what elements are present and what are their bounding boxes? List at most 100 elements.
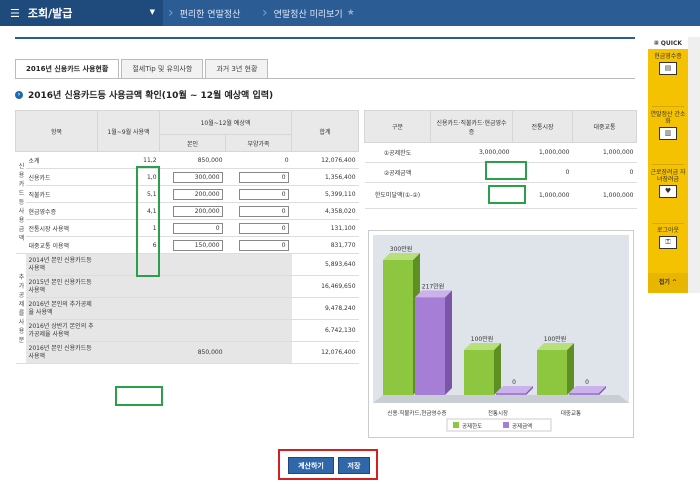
header-dependents: 부양가족	[225, 134, 293, 152]
row-label: 2016년 본인의 추가공제율 사용액	[25, 297, 98, 320]
header-total: 합계	[291, 110, 360, 152]
total-value: 5,399,110	[291, 185, 359, 203]
tab-card-usage[interactable]: 2016년 신용카드 사용현황	[15, 59, 120, 78]
quick-simplified[interactable]: 연말정산 간소화 ▥	[648, 111, 688, 140]
transit-value: 1,000,000	[572, 142, 637, 163]
tab-tips[interactable]: 절세Tip 및 유의사항	[121, 59, 204, 78]
legend-swatch	[503, 422, 509, 428]
bar	[496, 393, 526, 395]
bar-side	[494, 343, 501, 395]
quick-edge	[688, 37, 700, 293]
legend-label: 공제한도	[462, 422, 482, 430]
total-value: 6,742,130	[291, 319, 359, 342]
side-label: 신용카드등사용금액	[15, 151, 26, 254]
total-value: 9,478,240	[291, 297, 359, 320]
star-icon[interactable]: ★	[347, 8, 355, 18]
highlight-box	[115, 386, 163, 406]
header-credit: 신용카드·직불카드·현금영수증	[430, 110, 513, 143]
self-value: 850,000	[159, 341, 226, 364]
top-nav-bar: ☰ 조회/발급 ▼ › 편리한 연말정산 › 연말정산 미리보기 ★	[0, 0, 700, 26]
bar	[569, 393, 599, 395]
row-label: 2015년 본인 신용카드등 사용액	[25, 275, 98, 298]
quick-title: ▦ QUICK	[648, 37, 688, 49]
table-row: 2016년 상반기 본인의 추가공제율 사용액 6,742,130	[16, 319, 359, 342]
calculate-button[interactable]: 계산하기	[288, 457, 334, 474]
breadcrumb-label: 연말정산 미리보기	[273, 9, 343, 20]
divider	[15, 78, 635, 79]
row-label: 2016년 본인 신용카드등 사용액	[25, 341, 98, 364]
heart-icon: ♥	[659, 185, 677, 198]
quick-logout[interactable]: 로그아웃 ⚿	[648, 227, 688, 249]
table-row: 2015년 본인 신용카드등 사용액 16,469,650	[16, 275, 359, 298]
table-row: 직불카드 5,1 200,000 0 5,399,110	[16, 185, 359, 203]
highlight-box	[488, 185, 526, 204]
section-title: › 2016년 신용카드등 사용금액 확인(10월 ~ 12월 예상액 입력)	[15, 88, 273, 101]
tab-past-3-years[interactable]: 과거 3년 현황	[205, 59, 269, 78]
dep-amount-input[interactable]: 0	[238, 222, 289, 234]
divider	[652, 164, 684, 165]
collapse-button[interactable]: 접기 ^	[648, 273, 688, 293]
section-title-text: 2016년 신용카드등 사용금액 확인(10월 ~ 12월 예상액 입력)	[28, 91, 274, 101]
credit-value: 3,000,000	[430, 142, 513, 163]
category-label: 대중교통	[561, 409, 581, 417]
lock-icon: ⚿	[659, 236, 677, 249]
chevron-right-icon: ›	[262, 5, 268, 21]
table-row: 전통시장 사용액 1 0 0 131,100	[16, 219, 359, 237]
menu-title: 조회/발급	[27, 7, 73, 20]
row-label: ②공제금액	[364, 162, 431, 183]
breadcrumb-label: 편리한 연말정산	[179, 9, 241, 20]
tab-bar: 2016년 신용카드 사용현황 절세Tip 및 유의사항 과거 3년 현황	[15, 59, 270, 78]
row-label: 2014년 본인 신용카드등 사용액	[25, 253, 98, 276]
category-label: 신용·직불카드,현금영수증	[387, 409, 446, 417]
self-amount-input[interactable]: 0	[172, 222, 223, 234]
table-row: 2016년 본인의 추가공제율 사용액 9,478,240	[16, 297, 359, 320]
table-row: 신용카드 1,0 300,000 0 1,356,400	[16, 168, 359, 186]
total-value: 12,076,400	[291, 151, 359, 169]
dep-amount-input[interactable]: 0	[238, 188, 289, 200]
breadcrumb-1[interactable]: › 편리한 연말정산	[168, 0, 240, 26]
chevron-down-icon: ▼	[149, 8, 155, 16]
dep-value: 0	[225, 151, 292, 169]
self-value: 850,000	[159, 151, 226, 169]
transit-value: 1,000,000	[572, 182, 637, 209]
data-label: 0	[512, 379, 516, 386]
quick-cash-receipt[interactable]: 현금영수증 ▤	[648, 53, 688, 75]
table-row: ①공제한도 3,000,000 1,000,000 1,000,000	[364, 142, 637, 163]
divider	[15, 37, 635, 39]
self-amount-input[interactable]: 150,000	[172, 239, 223, 251]
market-value: 1,000,000	[512, 142, 573, 163]
chevron-right-icon: ›	[168, 5, 174, 21]
bar	[464, 350, 494, 395]
total-value: 16,469,650	[291, 275, 359, 298]
dep-amount-input[interactable]: 0	[238, 239, 289, 251]
header-kind: 구분	[364, 110, 431, 143]
total-value: 831,770	[291, 236, 359, 254]
legend-label: 공제금액	[512, 422, 532, 430]
quick-label: 근로장려금 자녀장려금	[650, 169, 686, 183]
save-button[interactable]: 저장	[338, 457, 370, 474]
quick-label: 현금영수증	[654, 53, 682, 60]
deduction-chart: 300만원 217만원 신용·직불카드,현금영수증 100만원 0 전통시장 100만원 0 대…	[368, 230, 634, 438]
data-label: 100만원	[471, 335, 494, 343]
self-amount-input[interactable]: 300,000	[172, 171, 223, 183]
data-label: 0	[585, 379, 589, 386]
data-label: 100만원	[544, 335, 567, 343]
row-label: 현금영수증	[25, 202, 98, 220]
quick-incentive[interactable]: 근로장려금 자녀장려금 ♥	[648, 169, 688, 198]
quick-label: 연말정산 간소화	[650, 111, 686, 125]
data-label: 217만원	[422, 282, 445, 290]
table-row: 2016년 본인 신용카드등 사용액 850,000 12,076,400	[16, 341, 359, 364]
header-market: 전통시장	[512, 110, 573, 143]
legend-swatch	[453, 422, 459, 428]
row-label: ①공제한도	[364, 142, 431, 163]
breadcrumb-2[interactable]: › 연말정산 미리보기 ★	[262, 0, 355, 26]
self-amount-input[interactable]: 200,000	[172, 205, 223, 217]
dep-amount-input[interactable]: 0	[238, 171, 289, 183]
menu-dropdown[interactable]: ☰ 조회/발급 ▼	[0, 0, 163, 26]
table-row: 신용카드등사용금액 소계 11,2 850,000 0 12,076,400	[15, 151, 359, 254]
dep-amount-input[interactable]: 0	[238, 205, 289, 217]
table-row: 추가공제를사용분 2014년 본인 신용카드등 사용액 5,893,640	[15, 253, 359, 364]
divider	[652, 223, 684, 224]
self-amount-input[interactable]: 200,000	[172, 188, 223, 200]
bar	[537, 350, 567, 395]
